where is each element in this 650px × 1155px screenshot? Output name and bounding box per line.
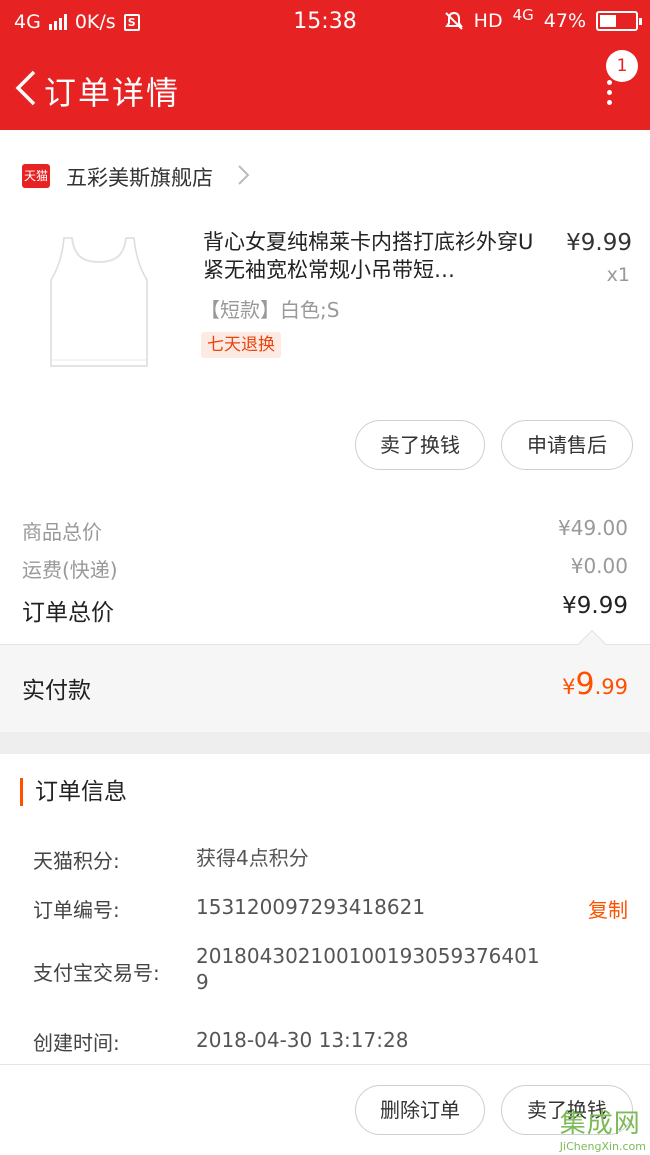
created-time-label: 创建时间: xyxy=(33,1031,120,1055)
product-price: ¥9.99 xyxy=(566,230,632,256)
product-quantity: x1 xyxy=(606,264,630,286)
network-right-label: 4G xyxy=(512,6,534,24)
notch-decoration xyxy=(577,629,607,659)
hd-label: HD xyxy=(473,10,503,32)
order-number-label: 订单编号: xyxy=(33,898,120,922)
paid-currency: ¥ xyxy=(562,675,576,699)
shipping-label: 运费(快递) xyxy=(22,558,118,582)
sell-for-cash-button[interactable]: 卖了换钱 xyxy=(355,420,485,470)
product-title[interactable]: 背心女夏纯棉莱卡内搭打底衫外穿U紧无袖宽松常规小吊带短… xyxy=(203,228,538,284)
order-total-value: ¥9.99 xyxy=(562,593,628,619)
points-label: 天猫积分: xyxy=(33,849,120,873)
watermark-text: 集成网 xyxy=(559,1109,641,1139)
section-divider xyxy=(0,732,650,754)
app-header: 订单详情 1 xyxy=(0,44,650,130)
alipay-value: 2018043021001001930593764019 xyxy=(196,944,540,994)
watermark: 集成网 JiChengXin.com xyxy=(560,1103,646,1153)
battery-percent: 47% xyxy=(543,10,586,32)
more-dots-icon xyxy=(607,80,612,110)
store-name: 五彩美斯旗舰店 xyxy=(66,166,213,190)
paid-label: 实付款 xyxy=(22,678,91,704)
page-title: 订单详情 xyxy=(44,74,181,112)
order-info-title: 订单信息 xyxy=(20,778,127,806)
delete-order-button[interactable]: 删除订单 xyxy=(355,1085,485,1135)
chevron-right-icon xyxy=(238,165,250,185)
battery-icon xyxy=(596,11,642,31)
status-bar: 4G 0K/s S 15:38 HD 4G 47% xyxy=(0,0,650,44)
paid-amount-row: 实付款 ¥9.99 xyxy=(0,629,650,732)
product-sku: 【短款】白色;S xyxy=(200,298,340,322)
chevron-left-icon xyxy=(15,70,36,106)
created-time-value: 2018-04-30 13:17:28 xyxy=(196,1028,409,1052)
alipay-label: 支付宝交易号: xyxy=(33,961,160,985)
order-total-label: 订单总价 xyxy=(22,600,114,626)
goods-total-label: 商品总价 xyxy=(22,520,102,544)
goods-total-value: ¥49.00 xyxy=(558,516,628,540)
return-policy-tag: 七天退换 xyxy=(201,332,281,358)
order-number-value: 153120097293418621 xyxy=(196,895,426,919)
after-sale-button[interactable]: 申请售后 xyxy=(501,420,633,470)
paid-integer: 9 xyxy=(575,667,595,702)
shipping-value: ¥0.00 xyxy=(570,554,628,578)
points-value: 获得4点积分 xyxy=(196,846,309,870)
paid-value: ¥9.99 xyxy=(562,667,628,702)
back-button[interactable] xyxy=(12,68,42,108)
watermark-url: JiChengXin.com xyxy=(559,1140,646,1153)
bottom-action-bar: 删除订单 卖了换钱 集成网 JiChengXin.com xyxy=(0,1064,650,1155)
copy-order-number-button[interactable]: 复制 xyxy=(588,894,628,923)
product-image[interactable] xyxy=(24,220,174,380)
paid-decimal: .99 xyxy=(594,675,628,699)
store-row[interactable]: 天猫 五彩美斯旗舰店 xyxy=(0,150,650,200)
mute-bell-icon xyxy=(444,11,463,30)
tmall-icon: 天猫 xyxy=(22,164,50,188)
